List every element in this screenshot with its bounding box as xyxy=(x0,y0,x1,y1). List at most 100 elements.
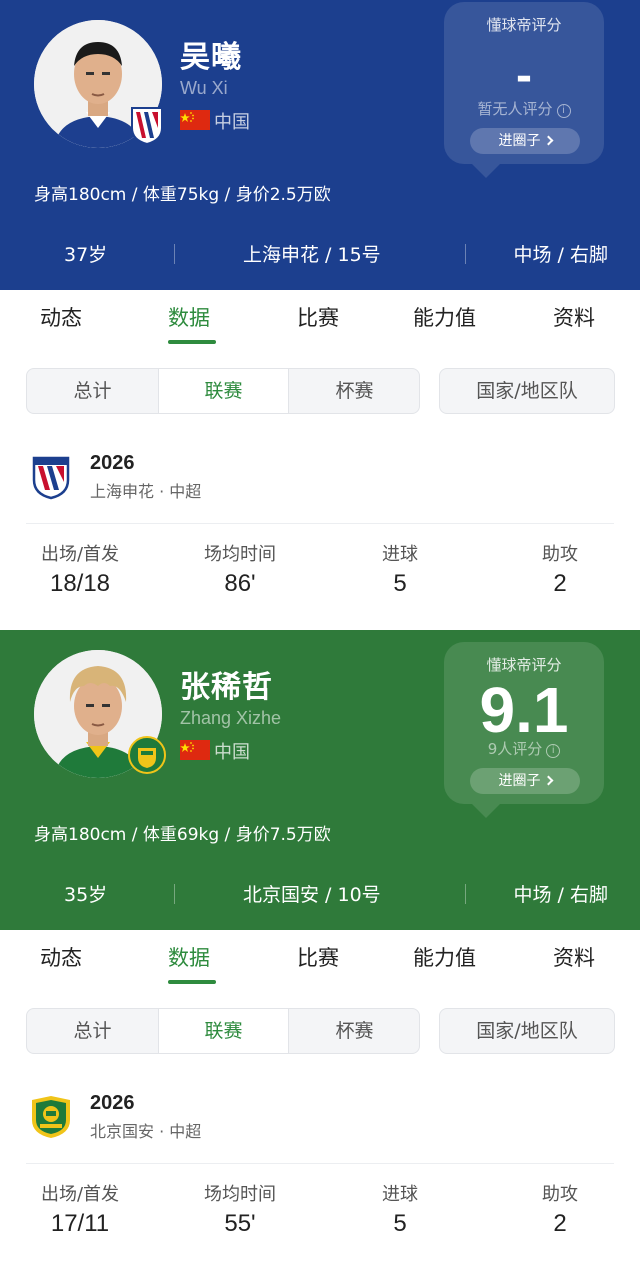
player-name-en: Zhang Xizhe xyxy=(180,708,282,728)
rating-count: 暂无人评分 i xyxy=(444,98,604,119)
meta-divider xyxy=(465,244,466,264)
tab-ability[interactable]: 能力值 xyxy=(413,942,476,972)
season-club: 北京国安 · 中超 xyxy=(90,1122,202,1141)
segmented-control: 总计 联赛 杯赛 xyxy=(26,1008,420,1054)
stat-value: 5 xyxy=(393,570,407,597)
stat-label: 进球 xyxy=(382,1184,418,1205)
player-card-wu-xi: 吴曦 Wu Xi 中国 懂球帝评分 - 暂无人评分 i 进圈子 身高180cm /… xyxy=(0,0,640,624)
season-club: 上海申花 · 中超 xyxy=(90,482,202,501)
season-header: 2026 北京国安 · 中超 xyxy=(0,1058,640,1164)
tab-matches[interactable]: 比赛 xyxy=(297,942,339,972)
rating-title: 懂球帝评分 xyxy=(486,656,562,674)
player-country: 中国 xyxy=(214,742,250,763)
competition-filter: 总计 联赛 杯赛 国家/地区队 xyxy=(0,348,640,418)
segment-cup[interactable]: 杯赛 xyxy=(289,1009,419,1053)
china-flag-icon xyxy=(180,110,210,130)
meta-divider xyxy=(174,884,175,904)
rating-count-text: 9人评分 xyxy=(487,740,543,758)
player-age: 37岁 xyxy=(64,244,108,266)
competition-filter: 总计 联赛 杯赛 国家/地区队 xyxy=(0,988,640,1058)
stat-goals: 进球 5 xyxy=(370,540,430,598)
shenhua-badge-icon xyxy=(126,104,168,146)
tab-profile[interactable]: 资料 xyxy=(553,302,595,332)
meta-divider xyxy=(465,884,466,904)
stat-appearances: 出场/首发 17/11 xyxy=(36,1180,124,1238)
stat-assists: 助攻 2 xyxy=(530,540,590,598)
tab-bar: 动态 数据 比赛 能力值 资料 xyxy=(0,290,640,348)
info-icon[interactable]: i xyxy=(556,104,571,118)
tab-ability[interactable]: 能力值 xyxy=(413,302,476,332)
stat-label: 出场/首发 xyxy=(40,1184,120,1205)
tab-news[interactable]: 动态 xyxy=(40,302,82,332)
stat-label: 出场/首发 xyxy=(40,544,120,565)
meta-row: 37岁 上海申花 / 15号 中场 / 右脚 xyxy=(0,240,640,270)
player-position-foot: 中场 / 右脚 xyxy=(513,244,608,266)
tab-news[interactable]: 动态 xyxy=(40,942,82,972)
rating-count: 9人评分 i xyxy=(444,738,604,759)
active-tab-indicator xyxy=(168,340,216,344)
segment-total[interactable]: 总计 xyxy=(27,369,158,413)
rating-count-text: 暂无人评分 xyxy=(477,100,553,118)
season-header: 2026 上海申花 · 中超 xyxy=(0,418,640,524)
player-name-cn: 张稀哲 xyxy=(180,670,273,705)
guoan-logo-icon xyxy=(28,1094,74,1140)
stat-appearances: 出场/首发 18/18 xyxy=(36,540,124,598)
season-year: 2026 xyxy=(90,452,135,474)
body-info: 身高180cm / 体重75kg / 身价2.5万欧 xyxy=(34,185,331,205)
rating-score: 9.1 xyxy=(479,674,569,746)
player-header: 张稀哲 Zhang Xizhe 中国 懂球帝评分 9.1 9人评分 i 进圈子 身… xyxy=(0,630,640,930)
join-circle-button[interactable]: 进圈子 xyxy=(470,128,580,154)
segment-league[interactable]: 联赛 xyxy=(158,1009,289,1053)
rating-box: 懂球帝评分 9.1 9人评分 i 进圈子 xyxy=(444,642,604,818)
info-icon[interactable]: i xyxy=(546,744,561,758)
stat-value: 55' xyxy=(224,1210,256,1237)
join-circle-button[interactable]: 进圈子 xyxy=(470,768,580,794)
tab-data[interactable]: 数据 xyxy=(168,942,210,972)
player-name-en: Wu Xi xyxy=(180,78,228,98)
join-circle-label: 进圈子 xyxy=(498,773,541,789)
chevron-right-icon xyxy=(543,135,553,146)
stat-value: 5 xyxy=(393,1210,407,1237)
player-club-number[interactable]: 上海申花 / 15号 xyxy=(243,240,381,267)
china-flag-icon xyxy=(180,740,210,760)
player-club-number[interactable]: 北京国安 / 10号 xyxy=(243,880,381,907)
stat-avg-minutes: 场均时间 86' xyxy=(196,540,284,598)
segment-total[interactable]: 总计 xyxy=(27,1009,158,1053)
stat-label: 助攻 xyxy=(542,1184,578,1205)
rating-box: 懂球帝评分 - 暂无人评分 i 进圈子 xyxy=(444,2,604,178)
active-tab-indicator xyxy=(168,980,216,984)
player-age: 35岁 xyxy=(64,884,108,906)
meta-row: 35岁 北京国安 / 10号 中场 / 右脚 xyxy=(0,880,640,910)
segmented-control: 总计 联赛 杯赛 xyxy=(26,368,420,414)
stat-value: 2 xyxy=(553,1210,567,1237)
body-info: 身高180cm / 体重69kg / 身价7.5万欧 xyxy=(34,825,331,845)
tab-matches[interactable]: 比赛 xyxy=(297,302,339,332)
stat-goals: 进球 5 xyxy=(370,1180,430,1238)
national-team-button[interactable]: 国家/地区队 xyxy=(439,1008,615,1054)
stats-row: 出场/首发 18/18 场均时间 86' 进球 5 助攻 2 xyxy=(0,524,640,624)
rating-title: 懂球帝评分 xyxy=(486,16,562,34)
stat-value: 18/18 xyxy=(49,570,111,597)
stat-label: 进球 xyxy=(382,544,418,565)
chevron-right-icon xyxy=(543,775,553,786)
stats-row: 出场/首发 17/11 场均时间 55' 进球 5 助攻 2 xyxy=(0,1164,640,1263)
stat-assists: 助攻 2 xyxy=(530,1180,590,1238)
stat-label: 场均时间 xyxy=(204,1184,276,1205)
player-card-zhang-xizhe: 张稀哲 Zhang Xizhe 中国 懂球帝评分 9.1 9人评分 i 进圈子 身… xyxy=(0,630,640,1263)
stat-value: 17/11 xyxy=(50,1210,110,1237)
tab-profile[interactable]: 资料 xyxy=(553,942,595,972)
segment-cup[interactable]: 杯赛 xyxy=(289,369,419,413)
join-circle-label: 进圈子 xyxy=(498,133,541,149)
tab-bar: 动态 数据 比赛 能力值 资料 xyxy=(0,930,640,988)
segment-league[interactable]: 联赛 xyxy=(158,369,289,413)
player-name-cn: 吴曦 xyxy=(180,40,242,75)
tab-data[interactable]: 数据 xyxy=(168,302,210,332)
stat-label: 助攻 xyxy=(542,544,578,565)
stat-value: 86' xyxy=(224,570,256,597)
meta-divider xyxy=(174,244,175,264)
stat-value: 2 xyxy=(553,570,567,597)
player-country: 中国 xyxy=(214,112,250,133)
shenhua-logo-icon xyxy=(28,454,74,500)
national-team-button[interactable]: 国家/地区队 xyxy=(439,368,615,414)
stat-label: 场均时间 xyxy=(204,544,276,565)
